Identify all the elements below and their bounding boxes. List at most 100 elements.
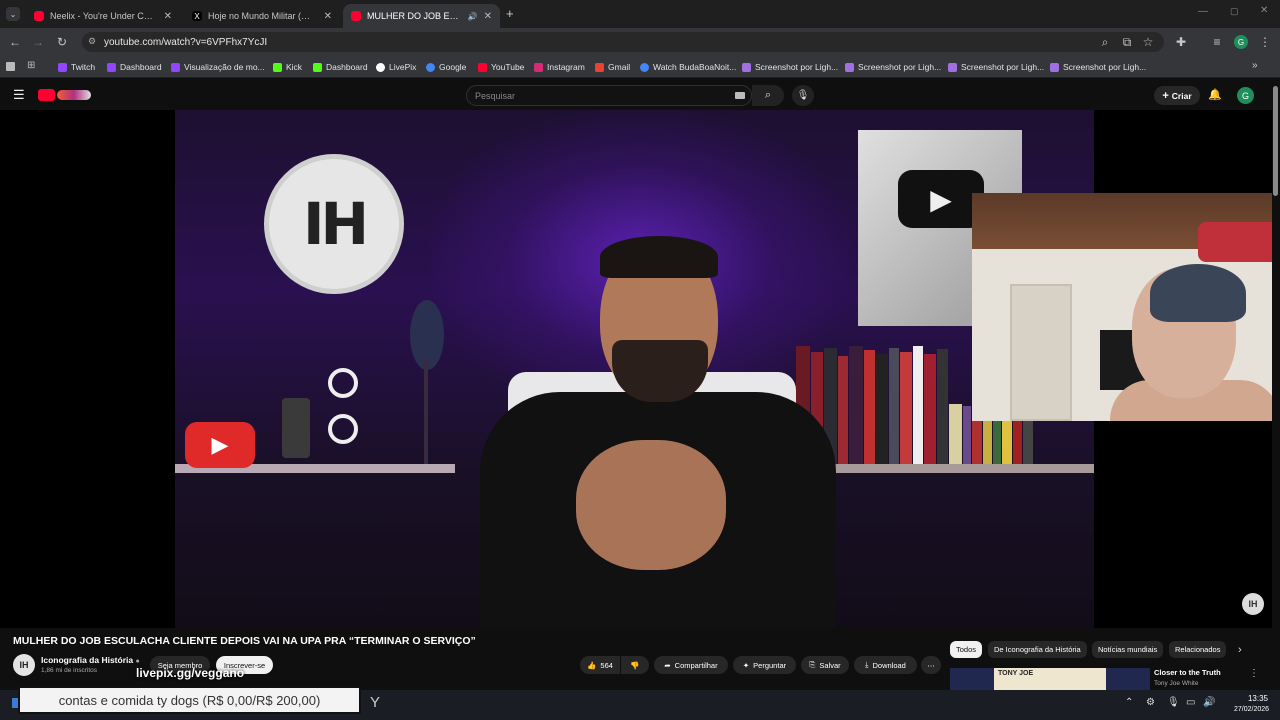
search-button[interactable]: ⌕ [752,85,784,106]
bookmark-label: Screenshot por Ligh... [1063,62,1147,72]
bookmark-screenshot-1[interactable]: Screenshot por Ligh... [742,60,838,74]
dislike-button[interactable]: 👎 [621,656,649,674]
channel-name[interactable]: Iconografia da História ● [41,655,140,665]
account-avatar[interactable]: G [1237,87,1254,104]
share-label: Compartilhar [674,660,718,670]
bookmark-label: Dashboard [326,62,368,72]
bookmark-kick[interactable]: Kick [273,60,302,74]
tab-title: MULHER DO JOB ESCULAC [367,11,464,21]
voice-search-button[interactable]: 🎙 [792,85,814,106]
bookmark-screenshot-4[interactable]: Screenshot por Ligh... [1050,60,1146,74]
bookmark-google[interactable]: Google [426,60,466,74]
back-arrow-icon[interactable]: ← [6,33,24,51]
channel-avatar[interactable]: IH [13,654,35,676]
tray-mic-icon[interactable]: 🎙 [1167,697,1180,708]
reading-list-icon[interactable]: ≡ [1208,33,1226,51]
hamburger-menu-icon[interactable]: ☰ [13,87,25,103]
window-close-icon[interactable]: ✕ [1260,5,1268,16]
search-input[interactable]: Pesquisar [466,85,752,106]
speaker-icon[interactable]: 🔊 [468,12,478,21]
sidebar-toggle-icon[interactable] [6,62,15,71]
bookmark-label: Kick [286,62,303,72]
bookmark-gmail[interactable]: Gmail [595,60,630,74]
doodle-icon [57,90,91,100]
tab-neelix[interactable]: Neelix - You're Under Control ( ✕ [26,4,180,28]
globe-icon [640,62,649,72]
bookmark-label: Dashboard [120,62,162,72]
close-icon[interactable]: ✕ [164,11,172,22]
chip-all[interactable]: Todos [950,641,983,658]
new-tab-button[interactable]: + [506,6,514,21]
save-button[interactable]: ⎘ Salvar [801,656,849,674]
bookmark-star-icon[interactable]: ☆ [1139,33,1157,51]
apps-grid-icon[interactable]: ⊞ [27,60,35,71]
bookmark-twitch[interactable]: Twitch [58,60,95,74]
tab-mulher-do-job[interactable]: MULHER DO JOB ESCULAC 🔊 ✕ [343,4,500,28]
projector-decor [282,368,362,464]
bookmarks-overflow-icon[interactable]: » [1252,60,1258,71]
notifications-bell-icon[interactable]: 🔔 [1208,88,1222,101]
download-label: Download [872,660,906,670]
download-button[interactable]: ⤓ Download [854,656,917,674]
tray-network-icon[interactable]: ▭ [1186,697,1195,708]
verified-icon: ● [135,658,140,665]
share-button[interactable]: ➦ Compartilhar [654,656,728,674]
tab-search-button[interactable]: ⌄ [6,7,20,21]
related-channel[interactable]: Tony Joe White [1154,680,1198,687]
address-bar-url: youtube.com/watch?v=6VPFhx7YcJI [104,36,268,48]
bookmark-label: Watch BudaBoaNoit... [653,62,737,72]
ask-button[interactable]: ✦ Perguntar [733,656,796,674]
bookmark-screenshot-3[interactable]: Screenshot por Ligh... [948,60,1044,74]
bookmark-label: Visualização de mo... [184,62,265,72]
profile-avatar[interactable]: G [1234,35,1248,49]
more-actions-button[interactable]: ⋯ [921,656,941,674]
bookmark-visualizacao[interactable]: Visualização de mo... [171,60,265,74]
create-button[interactable]: + Criar [1154,86,1200,105]
minimize-icon[interactable]: — [1198,6,1208,17]
youtube-logo[interactable] [38,89,92,101]
close-icon[interactable]: ✕ [324,11,332,22]
video-title: MULHER DO JOB ESCULACHA CLIENTE DEPOIS V… [13,635,476,647]
address-bar[interactable]: ⚙ youtube.com/watch?v=6VPFhx7YcJI [82,32,1164,52]
chip-related[interactable]: Relacionados [1169,641,1227,658]
tray-volume-icon[interactable]: 🔊 [1203,697,1215,708]
x-icon: X [192,11,202,21]
webcam-red-box [1198,222,1280,262]
bookmark-label: Screenshot por Ligh... [858,62,942,72]
related-more-icon[interactable]: ⋮ [1249,668,1259,679]
channel-watermark[interactable]: IH [1242,593,1264,615]
taskbar-y-icon[interactable]: Y [370,694,380,711]
bookmark-livepix[interactable]: LivePix [376,60,416,74]
bookmark-watch-budaboanoite[interactable]: Watch BudaBoaNoit... [640,60,736,74]
keyboard-icon[interactable] [735,92,745,99]
like-button[interactable]: 👍 564 [580,656,620,674]
site-info-icon[interactable]: ⚙ [88,36,96,47]
zoom-icon[interactable]: ⌕ [1096,33,1114,51]
close-icon[interactable]: ✕ [484,11,492,22]
extensions-icon[interactable]: ✚ [1172,33,1190,51]
bookmark-dashboard-twitch[interactable]: Dashboard [107,60,162,74]
twitch-icon [107,62,116,72]
chip-world-news[interactable]: Notícias mundiais [1092,641,1164,658]
reload-icon[interactable]: ↻ [53,33,71,51]
chip-from-channel[interactable]: De Iconografia da História [988,641,1087,658]
cast-icon[interactable]: ⧉ [1118,33,1136,51]
related-title[interactable]: Closer to the Truth [1154,668,1221,677]
taskbar-clock[interactable]: 13:35 27/02/2026 [1234,693,1269,715]
livepix-icon [376,62,385,72]
scrollbar-thumb[interactable] [1273,86,1278,196]
more-menu-icon[interactable]: ⋮ [1256,33,1274,51]
tab-hoje-no-mundo-militar[interactable]: X Hoje no Mundo Militar (@hoje ✕ [184,4,340,28]
forward-arrow-icon[interactable]: → [29,33,47,51]
livepix-overlay: livepix.gg/veggano [136,666,245,680]
bookmark-instagram[interactable]: Instagram [534,60,585,74]
presenter-hands [576,440,726,570]
bookmark-youtube[interactable]: YouTube [478,60,524,74]
bookmark-dashboard-kick[interactable]: Dashboard [313,60,368,74]
sparkle-icon: ✦ [742,660,750,670]
chevron-right-icon[interactable]: › [1238,644,1242,656]
bookmark-screenshot-2[interactable]: Screenshot por Ligh... [845,60,941,74]
tray-app-icon[interactable]: ⚙ [1146,697,1155,708]
restore-icon[interactable]: ▢ [1230,6,1239,17]
tray-expand-icon[interactable]: ⌃ [1125,697,1133,708]
